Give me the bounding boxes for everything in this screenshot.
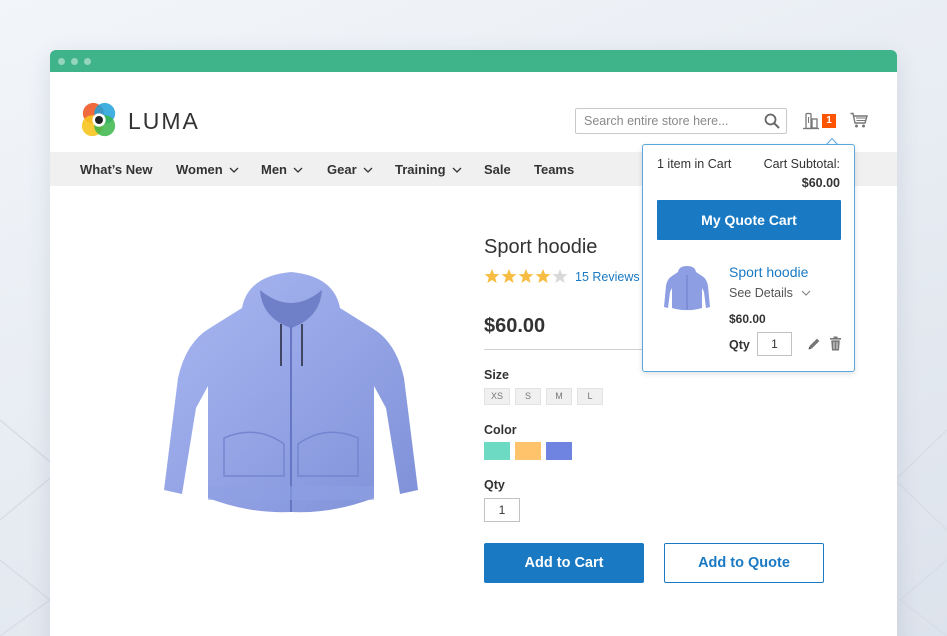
item-thumbnail[interactable]: [663, 265, 711, 311]
product-title: Sport hoodie: [484, 236, 598, 258]
color-option-blue[interactable]: [546, 442, 572, 460]
luma-logo-icon[interactable]: [80, 101, 118, 139]
size-options: XS S M L: [484, 388, 608, 405]
nav-item-label: Teams: [534, 162, 575, 177]
qty-label: Qty: [484, 478, 505, 492]
chevron-down-icon: [801, 290, 811, 296]
quote-cart-icon[interactable]: [802, 112, 820, 130]
star-filled-icon: [501, 269, 517, 283]
quote-item-price: $60.00: [729, 312, 766, 326]
star-empty-icon: [552, 269, 568, 283]
cart-icon[interactable]: [850, 112, 868, 128]
quote-count-badge: 1: [822, 114, 836, 128]
size-label: Size: [484, 368, 510, 382]
quote-qty-label: Qty: [729, 338, 750, 352]
qty-input[interactable]: 1: [484, 498, 520, 522]
chevron-down-icon: [293, 167, 303, 173]
size-option-l[interactable]: L: [577, 388, 603, 405]
my-quote-cart-button[interactable]: My Quote Cart: [657, 200, 841, 240]
quote-cart-dropdown: 1 item in Cart Cart Subtotal: $60.00 My …: [642, 144, 855, 372]
nav-item-label: Sale: [484, 162, 511, 177]
nav-item-women[interactable]: Women: [176, 162, 239, 177]
search-box: [575, 108, 787, 134]
search-input[interactable]: [576, 109, 756, 133]
quote-item-count: 1 item in Cart: [657, 157, 732, 171]
size-option-xs[interactable]: XS: [484, 388, 510, 405]
nav-item-men[interactable]: Men: [261, 162, 303, 177]
color-label: Color: [484, 423, 517, 437]
color-option-mint[interactable]: [484, 442, 510, 460]
size-option-m[interactable]: M: [546, 388, 572, 405]
quote-qty-input[interactable]: 1: [757, 332, 792, 356]
brand-name[interactable]: LUMA: [128, 108, 200, 135]
add-to-quote-button[interactable]: Add to Quote: [664, 543, 824, 583]
nav-item-label: Gear: [327, 162, 357, 177]
quote-item-name-link[interactable]: Sport hoodie: [729, 264, 808, 280]
star-filled-icon: [535, 269, 551, 283]
nav-item-gear[interactable]: Gear: [327, 162, 373, 177]
product-rating: [484, 268, 569, 286]
nav-item-training[interactable]: Training: [395, 162, 462, 177]
see-details-label: See Details: [729, 286, 793, 300]
window-titlebar: [50, 50, 897, 72]
add-to-cart-button[interactable]: Add to Cart: [484, 543, 644, 583]
nav-item-sale[interactable]: Sale: [484, 162, 511, 177]
size-option-s[interactable]: S: [515, 388, 541, 405]
window-dot: [71, 58, 78, 65]
subtotal-value: $60.00: [801, 176, 840, 190]
product-image[interactable]: [160, 268, 422, 524]
browser-window: LUMA 1 What’s New Women: [50, 50, 897, 636]
chevron-down-icon: [452, 167, 462, 173]
search-icon[interactable]: [764, 113, 780, 129]
trash-icon[interactable]: [829, 336, 842, 351]
product-price: $60.00: [484, 315, 546, 337]
nav-item-label: Women: [176, 162, 223, 177]
pencil-icon[interactable]: [807, 337, 821, 351]
see-details-toggle[interactable]: See Details: [729, 286, 811, 300]
chevron-down-icon: [363, 167, 373, 173]
window-dot: [58, 58, 65, 65]
nav-item-label: What’s New: [80, 162, 153, 177]
reviews-link[interactable]: 15 Reviews: [575, 270, 640, 284]
chevron-down-icon: [229, 167, 239, 173]
nav-item-whats-new[interactable]: What’s New: [80, 162, 152, 177]
color-options: [484, 442, 577, 460]
color-option-orange[interactable]: [515, 442, 541, 460]
subtotal-label: Cart Subtotal:: [763, 157, 840, 171]
star-filled-icon: [484, 269, 500, 283]
nav-item-teams[interactable]: Teams: [534, 162, 574, 177]
nav-item-label: Training: [395, 162, 446, 177]
window-dot: [84, 58, 91, 65]
site-header: LUMA 1: [50, 72, 897, 152]
star-filled-icon: [518, 269, 534, 283]
nav-item-label: Men: [261, 162, 287, 177]
